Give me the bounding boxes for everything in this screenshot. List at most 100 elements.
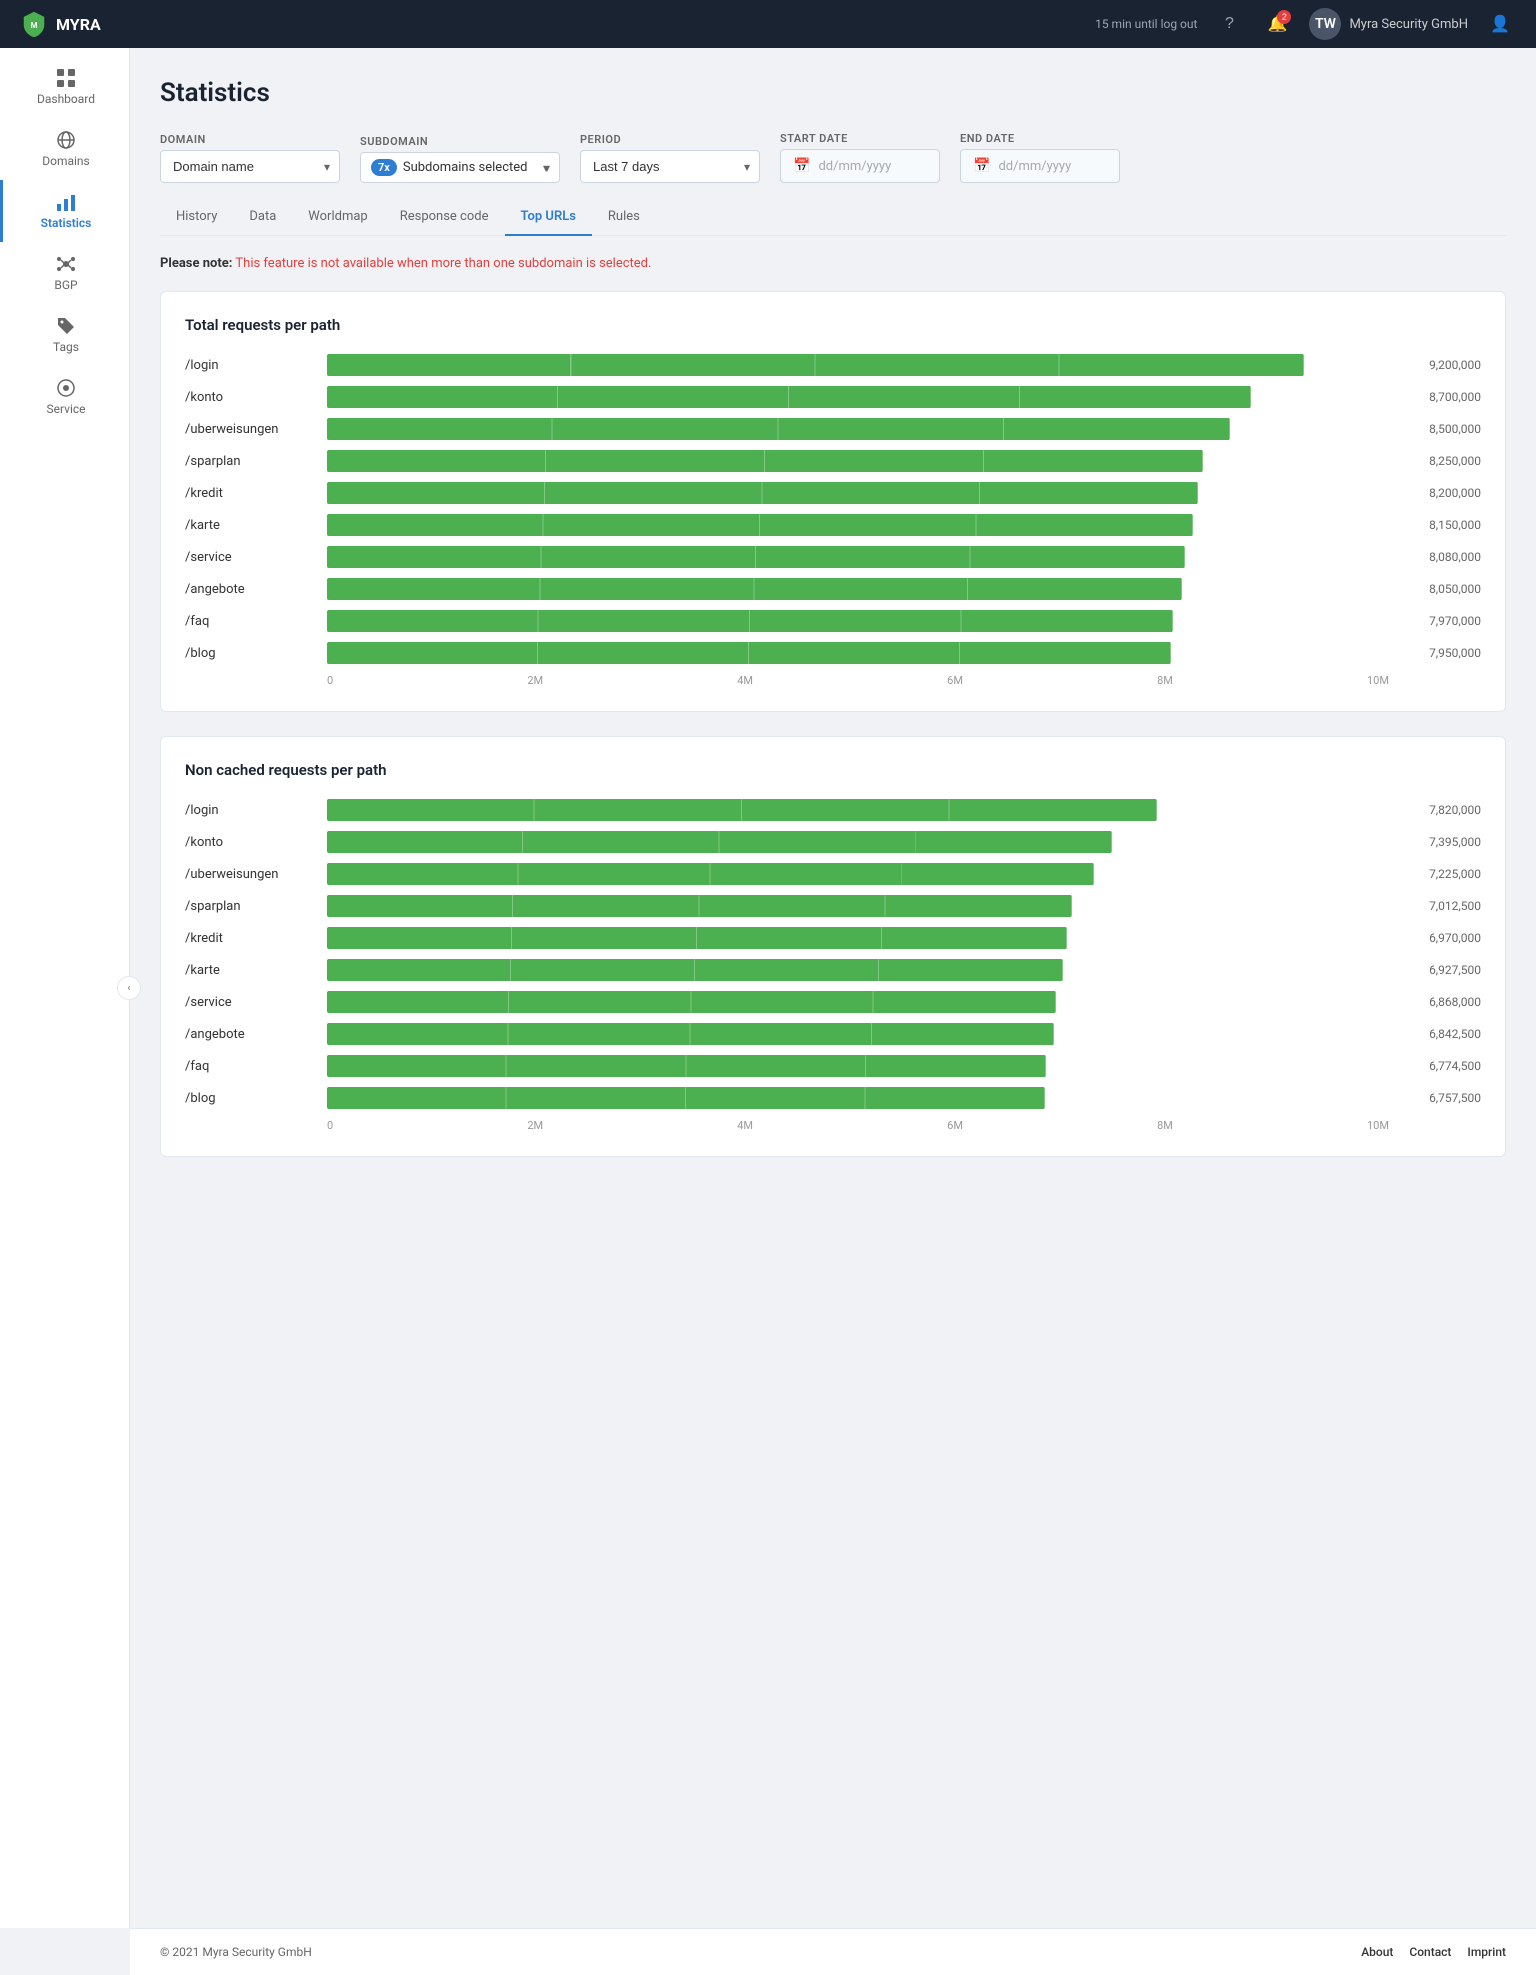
bar-value: 7,395,000 bbox=[1401, 835, 1481, 849]
sidebar-item-tags[interactable]: Tags bbox=[0, 304, 129, 366]
end-date-input[interactable]: 📅 dd/mm/yyyy bbox=[960, 149, 1120, 183]
svg-text:M: M bbox=[30, 21, 37, 30]
bar-label: /service bbox=[185, 550, 315, 565]
bar-label: /konto bbox=[185, 390, 315, 405]
bar-value: 6,927,500 bbox=[1401, 963, 1481, 977]
bar-label: /service bbox=[185, 995, 315, 1010]
bar-fill bbox=[327, 450, 1203, 472]
tab-response-code[interactable]: Response code bbox=[384, 199, 505, 236]
sidebar-item-service[interactable]: Service bbox=[0, 366, 129, 428]
start-date-input[interactable]: 📅 dd/mm/yyyy bbox=[780, 149, 940, 183]
sidebar-collapse-button[interactable]: ‹ bbox=[117, 976, 141, 1000]
tab-history[interactable]: History bbox=[160, 199, 233, 236]
bar-fill bbox=[327, 578, 1182, 600]
bar-value: 8,150,000 bbox=[1401, 518, 1481, 532]
help-button[interactable]: ? bbox=[1213, 8, 1245, 40]
footer-copyright: © 2021 Myra Security GmbH bbox=[160, 1945, 312, 1959]
axis-label: 2M bbox=[527, 1119, 543, 1132]
topnav-right: 15 min until log out ? 🔔 2 TW Myra Secur… bbox=[1095, 8, 1516, 40]
bar-fill bbox=[327, 1055, 1046, 1077]
sidebar-item-label: BGP bbox=[54, 278, 77, 292]
bar-container bbox=[327, 831, 1389, 853]
sidebar-item-domains[interactable]: Domains bbox=[0, 118, 129, 180]
service-icon bbox=[56, 378, 76, 398]
user-menu[interactable]: TW Myra Security GmbH bbox=[1309, 8, 1468, 40]
period-select[interactable]: Last 7 days bbox=[580, 150, 760, 183]
bar-fill bbox=[327, 927, 1067, 949]
main-content: Statistics DOMAIN Domain name SUBDOMAIN … bbox=[130, 48, 1536, 1928]
bar-row: /uberweisungen 8,500,000 bbox=[185, 418, 1481, 440]
tab-worldmap[interactable]: Worldmap bbox=[292, 199, 383, 236]
bar-label: /faq bbox=[185, 1059, 315, 1074]
bar-fill bbox=[327, 895, 1072, 917]
user-settings-button[interactable]: 👤 bbox=[1484, 8, 1516, 40]
bar-label: /login bbox=[185, 358, 315, 373]
bar-row: /kredit 6,970,000 bbox=[185, 927, 1481, 949]
user-company: Myra Security GmbH bbox=[1349, 17, 1468, 32]
bar-value: 8,050,000 bbox=[1401, 582, 1481, 596]
myra-logo-icon: M bbox=[20, 10, 48, 38]
bar-label: /faq bbox=[185, 614, 315, 629]
sidebar-item-statistics[interactable]: Statistics bbox=[0, 180, 129, 242]
bar-container bbox=[327, 991, 1389, 1013]
end-date-label: END DATE bbox=[960, 132, 1120, 145]
subdomain-value: Subdomains selected bbox=[403, 160, 528, 175]
subdomain-filter-group: SUBDOMAIN 7x Subdomains selected ▾ bbox=[360, 135, 560, 183]
footer-link-contact[interactable]: Contact bbox=[1409, 1945, 1451, 1959]
tab-data[interactable]: Data bbox=[233, 199, 292, 236]
bar-container bbox=[327, 546, 1389, 568]
bar-label: /blog bbox=[185, 1091, 315, 1106]
bar-container bbox=[327, 386, 1389, 408]
bar-container bbox=[327, 610, 1389, 632]
bar-row: /blog 6,757,500 bbox=[185, 1087, 1481, 1109]
tab-top-urls[interactable]: Top URLs bbox=[505, 199, 592, 236]
axis-label: 4M bbox=[737, 674, 753, 687]
noncached-chart-axis: 02M4M6M8M10M bbox=[185, 1119, 1481, 1132]
bar-container bbox=[327, 482, 1389, 504]
sidebar-item-label: Service bbox=[46, 402, 85, 416]
bar-value: 7,950,000 bbox=[1401, 646, 1481, 660]
noncached-chart-section: Non cached requests per path /login 7,82… bbox=[160, 736, 1506, 1157]
footer-link-imprint[interactable]: Imprint bbox=[1467, 1945, 1506, 1959]
bar-fill bbox=[327, 354, 1304, 376]
filter-row: DOMAIN Domain name SUBDOMAIN 7x Subdomai… bbox=[160, 132, 1506, 183]
footer-links: About Contact Imprint bbox=[1361, 1945, 1506, 1959]
notice-message: This feature is not available when more … bbox=[235, 256, 651, 271]
bar-value: 8,250,000 bbox=[1401, 454, 1481, 468]
sidebar-item-bgp[interactable]: BGP bbox=[0, 242, 129, 304]
bar-container bbox=[327, 514, 1389, 536]
session-timer: 15 min until log out bbox=[1095, 17, 1197, 31]
bar-value: 6,842,500 bbox=[1401, 1027, 1481, 1041]
domain-select[interactable]: Domain name bbox=[160, 150, 340, 183]
bar-container bbox=[327, 927, 1389, 949]
dashboard-icon bbox=[56, 68, 76, 88]
bar-label: /karte bbox=[185, 963, 315, 978]
sidebar-item-dashboard[interactable]: Dashboard bbox=[0, 56, 129, 118]
domain-filter-group: DOMAIN Domain name bbox=[160, 133, 340, 183]
tags-icon bbox=[56, 316, 76, 336]
axis-label: 0 bbox=[327, 674, 333, 687]
period-select-wrapper: Last 7 days bbox=[580, 150, 760, 183]
bar-label: /sparplan bbox=[185, 454, 315, 469]
bar-fill bbox=[327, 482, 1198, 504]
start-date-group: START DATE 📅 dd/mm/yyyy bbox=[780, 132, 940, 183]
subdomain-chevron-icon: ▾ bbox=[543, 161, 549, 175]
bar-fill bbox=[327, 991, 1056, 1013]
end-date-group: END DATE 📅 dd/mm/yyyy bbox=[960, 132, 1120, 183]
tab-rules[interactable]: Rules bbox=[592, 199, 656, 236]
total-bar-chart: /login 9,200,000 /konto 8,700,000 /uberw… bbox=[185, 354, 1481, 664]
bar-container bbox=[327, 959, 1389, 981]
subdomain-select[interactable]: 7x Subdomains selected ▾ bbox=[360, 152, 560, 183]
axis-label: 6M bbox=[947, 674, 963, 687]
bar-fill bbox=[327, 514, 1193, 536]
bar-value: 6,757,500 bbox=[1401, 1091, 1481, 1105]
bar-value: 6,970,000 bbox=[1401, 931, 1481, 945]
notifications-button[interactable]: 🔔 2 bbox=[1261, 8, 1293, 40]
subdomain-label: SUBDOMAIN bbox=[360, 135, 560, 148]
bar-container bbox=[327, 354, 1389, 376]
end-date-placeholder: dd/mm/yyyy bbox=[998, 159, 1071, 174]
sidebar-item-label: Statistics bbox=[41, 216, 92, 230]
bar-container bbox=[327, 642, 1389, 664]
topnav: M MYRA 15 min until log out ? 🔔 2 TW Myr… bbox=[0, 0, 1536, 48]
footer-link-about[interactable]: About bbox=[1361, 1945, 1393, 1959]
